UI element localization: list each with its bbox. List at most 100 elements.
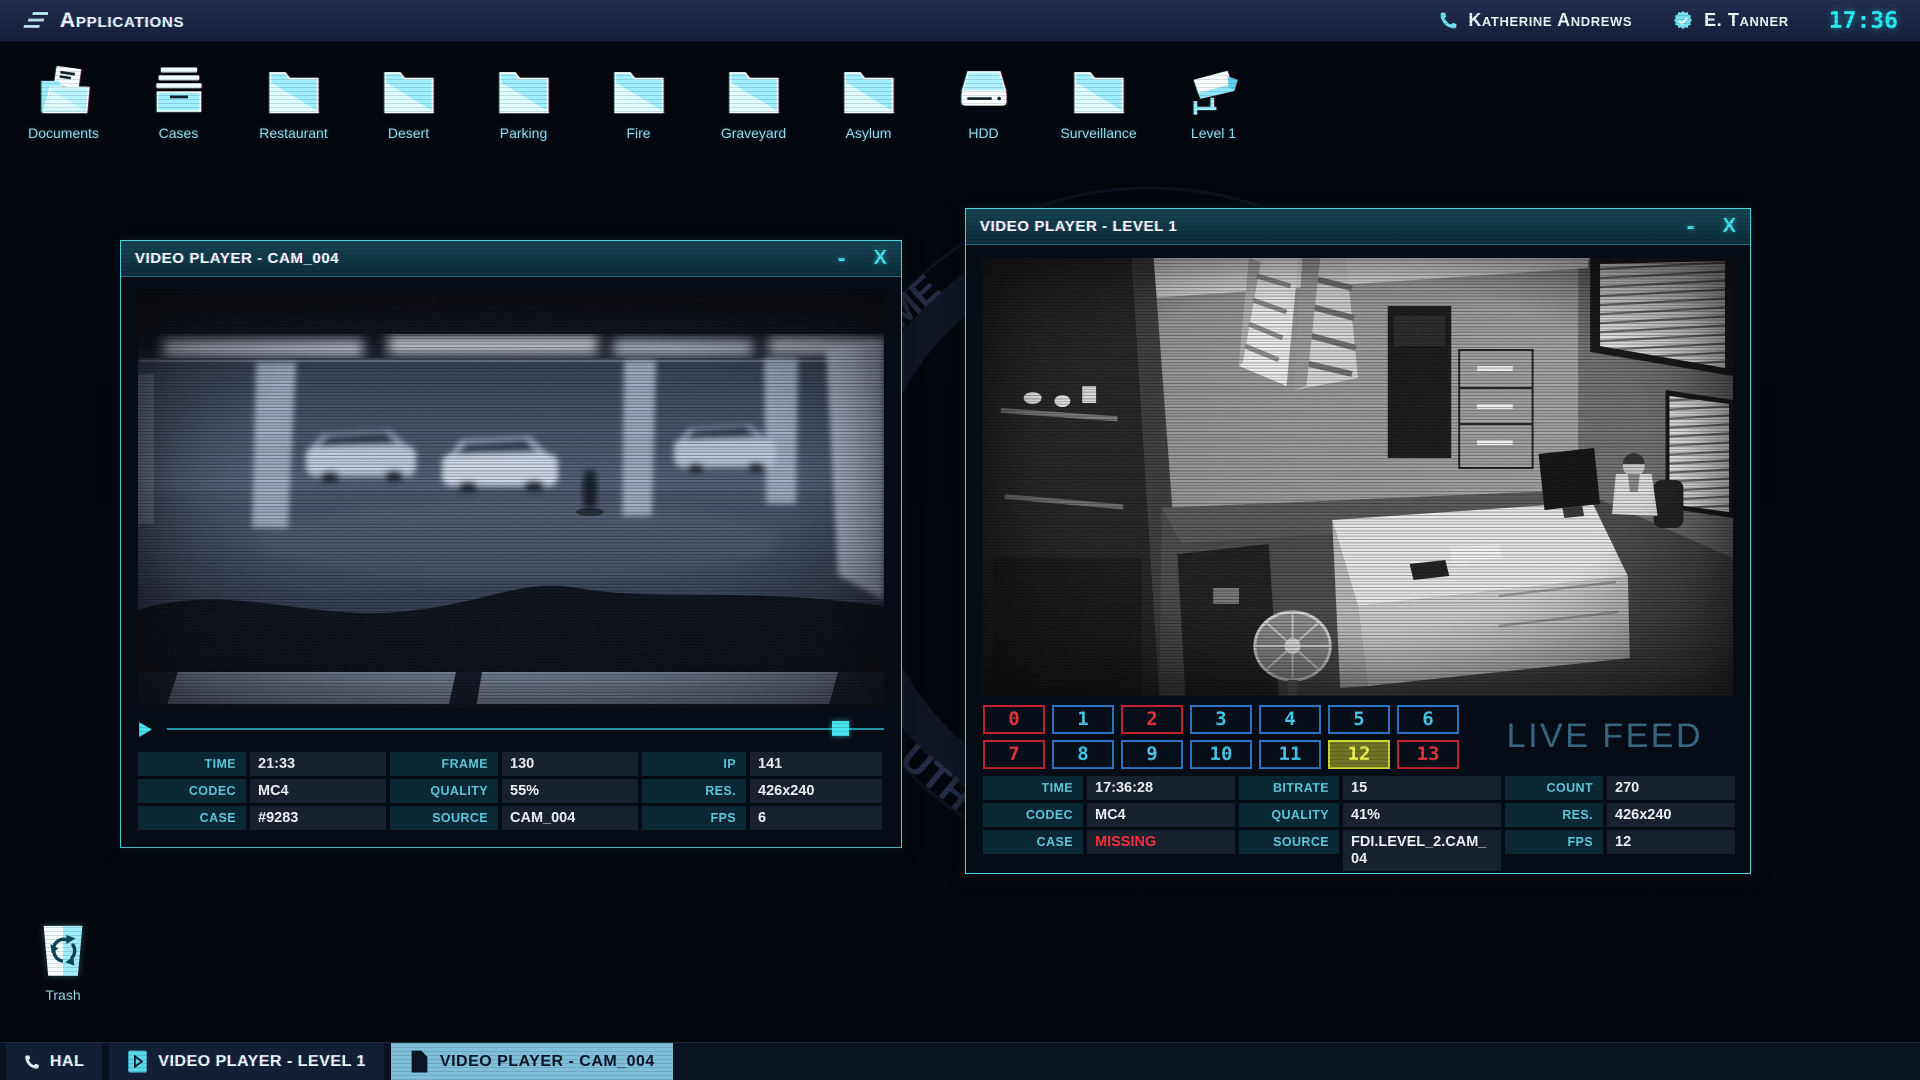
progress-handle[interactable]	[832, 721, 849, 736]
phone-icon	[24, 1054, 40, 1070]
open-folder-icon	[37, 58, 91, 118]
desktop-icon-documents[interactable]: Documents	[6, 58, 121, 141]
applications-label: Applications	[60, 9, 185, 33]
folder-icon	[842, 58, 896, 118]
close-button[interactable]: X	[874, 247, 887, 270]
desktop-icon-surveillance[interactable]: Surveillance	[1041, 58, 1156, 141]
play-button[interactable]	[138, 721, 153, 738]
camera-button-11[interactable]: 11	[1259, 740, 1321, 769]
meta-value-case: MISSING	[1087, 830, 1235, 854]
live-feed-label: LIVE FEED	[1507, 717, 1703, 756]
meta-label: TIME	[138, 752, 246, 776]
meta-value: 426x240	[750, 779, 882, 803]
folder-icon	[1072, 58, 1126, 118]
desktop-icon-label: Level 1	[1191, 125, 1236, 141]
desktop-icon-desert[interactable]: Desert	[351, 58, 466, 141]
desktop-icon-graveyard[interactable]: Graveyard	[696, 58, 811, 141]
meta-label: CASE	[138, 806, 246, 830]
meta-value: 15	[1343, 776, 1501, 800]
meta-label: CASE	[983, 830, 1083, 854]
meta-value: 55%	[502, 779, 638, 803]
camera-button-2[interactable]: 2	[1121, 705, 1183, 734]
desktop-icon-label: Fire	[626, 125, 650, 141]
taskbar-item-hal[interactable]: HAL	[6, 1043, 102, 1080]
hamburger-icon	[22, 11, 48, 30]
taskbar-item-label: VIDEO PLAYER - LEVEL 1	[158, 1053, 366, 1071]
seek-bar[interactable]	[167, 728, 884, 730]
folder-icon	[497, 58, 551, 118]
desktop-icon-level1[interactable]: Level 1	[1156, 58, 1271, 141]
minimize-button[interactable]: -	[838, 252, 846, 266]
taskbar-item-label: HAL	[50, 1053, 84, 1071]
desktop-icon-asylum[interactable]: Asylum	[811, 58, 926, 141]
trash-label: Trash	[45, 987, 80, 1003]
badge-check-icon	[1672, 10, 1694, 32]
camera-selector-row: 0 1 2 3 4 5 6 7 8 9 10 11 12 13 LIVE FEE…	[983, 705, 1733, 769]
camera-button-4[interactable]: 4	[1259, 705, 1321, 734]
meta-value: 17:36:28	[1087, 776, 1235, 800]
contact-katherine-andrews[interactable]: Katherine Andrews	[1439, 10, 1632, 31]
meta-label: CODEC	[138, 779, 246, 803]
desktop-icon-label: Restaurant	[259, 125, 327, 141]
desktop-icon-label: Graveyard	[721, 125, 786, 141]
meta-value: CAM_004	[502, 806, 638, 830]
play-icon	[138, 721, 153, 738]
folder-icon	[612, 58, 666, 118]
folder-icon	[382, 58, 436, 118]
camera-button-9[interactable]: 9	[1121, 740, 1183, 769]
meta-label: FRAME	[390, 752, 498, 776]
taskbar-item-video-player-level1[interactable]: VIDEO PLAYER - LEVEL 1	[109, 1043, 384, 1080]
camera-button-8[interactable]: 8	[1052, 740, 1114, 769]
meta-value: 426x240	[1607, 803, 1735, 827]
desktop-icon-cases[interactable]: Cases	[121, 58, 236, 141]
camera-button-7[interactable]: 7	[983, 740, 1045, 769]
camera-button-3[interactable]: 3	[1190, 705, 1252, 734]
minimize-button[interactable]: -	[1687, 220, 1695, 234]
camera-button-0[interactable]: 0	[983, 705, 1045, 734]
taskbar-item-video-player-cam004[interactable]: VIDEO PLAYER - CAM_004	[391, 1043, 673, 1080]
trash-icon	[38, 922, 88, 982]
meta-value: MC4	[1087, 803, 1235, 827]
phone-icon	[1439, 11, 1458, 30]
camera-button-13[interactable]: 13	[1397, 740, 1459, 769]
camera-button-6[interactable]: 6	[1397, 705, 1459, 734]
hard-drive-icon	[957, 58, 1011, 118]
desktop-icon-label: HDD	[968, 125, 998, 141]
desktop-icon-label: Documents	[28, 125, 99, 141]
close-button[interactable]: X	[1723, 215, 1736, 238]
camera-button-grid: 0 1 2 3 4 5 6 7 8 9 10 11 12 13	[983, 705, 1459, 769]
camera-button-5[interactable]: 5	[1328, 705, 1390, 734]
meta-label: IP	[642, 752, 746, 776]
folder-icon	[267, 58, 321, 118]
applications-menu-button[interactable]: Applications	[22, 9, 185, 33]
desktop-icon-restaurant[interactable]: Restaurant	[236, 58, 351, 141]
contact-e-tanner[interactable]: E. Tanner	[1672, 10, 1789, 32]
desktop-icon-parking[interactable]: Parking	[466, 58, 581, 141]
topbar: Applications Katherine Andrews E. Tanner…	[0, 0, 1920, 42]
desktop-icon-row: Documents Cases Restaurant Desert Parkin…	[6, 58, 1271, 141]
titlebar[interactable]: VIDEO PLAYER - CAM_004 - X	[121, 241, 901, 277]
meta-value: MC4	[250, 779, 386, 803]
contact-name: Katherine Andrews	[1468, 10, 1632, 31]
meta-label: TIME	[983, 776, 1083, 800]
desktop-icon-label: Surveillance	[1060, 125, 1136, 141]
file-icon	[409, 1049, 430, 1074]
meta-label: QUALITY	[390, 779, 498, 803]
meta-value: 12	[1607, 830, 1735, 854]
contact-name: E. Tanner	[1704, 10, 1789, 31]
titlebar[interactable]: VIDEO PLAYER - LEVEL 1 - X	[966, 209, 1750, 245]
tray-stack-icon	[152, 58, 206, 118]
desktop-icon-label: Asylum	[846, 125, 892, 141]
taskbar: HAL VIDEO PLAYER - LEVEL 1 VIDEO PLAYER …	[0, 1042, 1920, 1080]
desktop-icon-hdd[interactable]: HDD	[926, 58, 1041, 141]
trash[interactable]: Trash	[26, 922, 100, 1003]
camera-button-1[interactable]: 1	[1052, 705, 1114, 734]
meta-label: SOURCE	[1239, 830, 1339, 854]
camera-button-10[interactable]: 10	[1190, 740, 1252, 769]
camera-button-12[interactable]: 12	[1328, 740, 1390, 769]
meta-value: 21:33	[250, 752, 386, 776]
meta-label: RES.	[1505, 803, 1603, 827]
taskbar-item-label: VIDEO PLAYER - CAM_004	[440, 1053, 655, 1071]
desktop-icon-fire[interactable]: Fire	[581, 58, 696, 141]
video-file-icon	[127, 1049, 148, 1074]
